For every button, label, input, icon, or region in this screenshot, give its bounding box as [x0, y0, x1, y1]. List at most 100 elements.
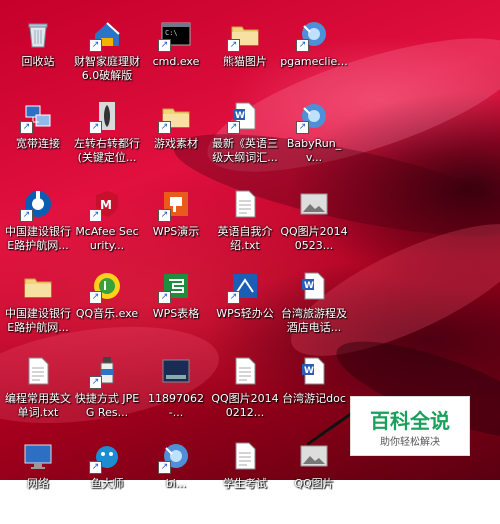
desktop-icon-game-assets[interactable]: ↗ 游戏素材: [142, 98, 210, 184]
desktop-icon-label: 熊猫图片: [223, 55, 267, 68]
shortcut-arrow-icon: ↗: [89, 121, 102, 134]
shortcut-arrow-icon: ↗: [158, 461, 171, 474]
desktop-icon-broadband[interactable]: ↗ 宽带连接: [4, 98, 72, 184]
desktop-icon-label: WPS表格: [152, 307, 200, 320]
watermark-logo: 百科全说 助你轻松解决: [350, 396, 470, 456]
desktop-icon-label: 台湾游记doc: [282, 392, 346, 405]
svg-text:C:\: C:\: [165, 29, 178, 37]
desktop-icon-app-6-5[interactable]: QQ图片: [280, 438, 348, 524]
desktop-icon-wps-presentation[interactable]: ↗ WPS演示: [142, 186, 210, 272]
desktop-icon-label: 快捷方式 JPEG Res...: [74, 392, 140, 419]
mcafee-shield-icon: M ↗: [89, 188, 123, 222]
desktop-icon-app-6-4[interactable]: 学生考试: [211, 438, 279, 524]
desktop-icon-qq-music[interactable]: ↗ QQ音乐.exe: [73, 268, 141, 354]
photo-thumb-icon: [160, 355, 192, 387]
svg-text:W: W: [235, 111, 245, 121]
desktop-icon-label: 左转右转都行(关键定位...: [74, 137, 140, 164]
desktop-icon-label: 11897062-...: [148, 392, 204, 419]
desktop-icon-label: 编程常用英文单词.txt: [5, 392, 71, 419]
desktop-icon-label: WPS演示: [152, 225, 200, 238]
folder-icon: ↗: [158, 100, 192, 134]
shortcut-arrow-icon: ↗: [227, 291, 240, 304]
game-client-icon: ↗: [296, 100, 330, 134]
desktop-icon-cmd[interactable]: C:\ ↗ cmd.exe: [142, 16, 210, 102]
desktop-icon-qq-image-1[interactable]: QQ图片20140523...: [280, 186, 348, 272]
desktop-icon-ccb-guard[interactable]: ↗ 中国建设银行E路护航网...: [4, 186, 72, 272]
desktop-icon-label: 回收站: [21, 55, 55, 68]
desktop-icon-english-words[interactable]: 编程常用英文单词.txt: [4, 353, 72, 439]
desktop-icon-mcafee[interactable]: M ↗ McAfee Security...: [73, 186, 141, 272]
desktop-icon-wps-spreadsheet[interactable]: ↗ WPS表格: [142, 268, 210, 354]
finance-house-icon: ↗: [89, 18, 123, 52]
shortcut-arrow-icon: ↗: [89, 376, 102, 389]
desktop-icon-label: 英语自我介绍.txt: [217, 225, 273, 252]
terminal-icon: C:\ ↗: [158, 18, 192, 52]
text-file-icon: [229, 355, 261, 387]
wps-presentation-icon: ↗: [158, 188, 192, 222]
desktop-icon-app-6-3[interactable]: ↗ bi...: [142, 438, 210, 524]
image-file-icon: [298, 188, 330, 220]
desktop-icon-qq-image-2[interactable]: QQ图片20140212...: [211, 353, 279, 439]
desktop-icon-label: 游戏素材: [154, 137, 198, 150]
desktop-icon-recycle-bin[interactable]: 回收站: [4, 16, 72, 102]
shortcut-arrow-icon: ↗: [296, 121, 309, 134]
desktop-icon-network[interactable]: 网络: [4, 438, 72, 524]
shortcut-arrow-icon: ↗: [89, 39, 102, 52]
shortcut-arrow-icon: ↗: [158, 39, 171, 52]
desktop-icon-wps-office[interactable]: ↗ WPS轻办公: [211, 268, 279, 354]
text-file-icon: [229, 440, 261, 472]
bottle-icon: ↗: [89, 355, 123, 389]
watermark-title: 百科全说: [370, 409, 450, 433]
desktop-icon-label: 网络: [27, 477, 49, 490]
shortcut-arrow-icon: ↗: [89, 461, 102, 474]
recycle-bin-icon: [22, 18, 54, 50]
desktop-icon-jpeg-shortcut[interactable]: ↗ 快捷方式 JPEG Res...: [73, 353, 141, 439]
desktop-icon-label: 中国建设银行E路护航网...: [5, 225, 71, 252]
qq-pet-icon: ↗: [89, 440, 123, 474]
desktop-icon-finance-software[interactable]: ↗ 财智家庭理财6.0破解版: [73, 16, 141, 102]
desktop-icon-label: 财智家庭理财6.0破解版: [74, 55, 140, 82]
desktop-icon-latest-doc[interactable]: W ↗ 最新《英语三级大纲词汇...: [211, 98, 279, 184]
wps-spreadsheet-icon: ↗: [158, 270, 192, 304]
desktop-icon-taiwan-travel[interactable]: W 台湾旅游程及酒店电话...: [280, 268, 348, 354]
desktop-icon-ccb-folder[interactable]: 中国建设银行E路护航网...: [4, 268, 72, 354]
ccb-bank-icon: ↗: [20, 188, 54, 222]
desktop-icon-label: 台湾旅游程及酒店电话...: [281, 307, 347, 334]
wps-office-icon: ↗: [227, 270, 261, 304]
shortcut-arrow-icon: ↗: [158, 121, 171, 134]
word-doc-icon: W: [298, 355, 330, 387]
word-doc-icon: W: [298, 270, 330, 302]
shortcut-arrow-icon: ↗: [296, 39, 309, 52]
shortcut-arrow-icon: ↗: [227, 39, 240, 52]
desktop-icon-label: 学生考试: [223, 477, 267, 490]
watermark-subtitle: 助你轻松解决: [380, 437, 440, 448]
desktop-icon-img-11897062[interactable]: 11897062-...: [142, 353, 210, 439]
shortcut-arrow-icon: ↗: [158, 291, 171, 304]
desktop-icon-label: 宽带连接: [16, 137, 60, 150]
shortcut-arrow-icon: ↗: [158, 209, 171, 222]
desktop-icon-label: cmd.exe: [152, 55, 200, 68]
desktop-icon-label: WPS轻办公: [216, 307, 274, 320]
word-doc-icon: W ↗: [227, 100, 261, 134]
desktop-icon-babyrun[interactable]: ↗ BabyRun_v...: [280, 98, 348, 184]
desktop-icon-english-intro[interactable]: 英语自我介绍.txt: [211, 186, 279, 272]
shortcut-arrow-icon: ↗: [89, 209, 102, 222]
desktop-icon-label: McAfee Security...: [75, 225, 139, 252]
desktop-icon-label: 中国建设银行E路护航网...: [5, 307, 71, 334]
desktop-icon-label: bi...: [165, 477, 187, 490]
game-client-icon: ↗: [158, 440, 192, 474]
folder-icon: [22, 270, 54, 302]
desktop-icon-panda-images[interactable]: ↗ 熊猫图片: [211, 16, 279, 102]
desktop-icon-label: 鱼大师: [90, 477, 124, 490]
desktop-icon-taiwan-doc[interactable]: W 台湾游记doc: [280, 353, 348, 439]
image-file-icon: [298, 440, 330, 472]
shortcut-arrow-icon: ↗: [20, 121, 33, 134]
shortcut-arrow-icon: ↗: [89, 291, 102, 304]
desktop-icon-left-right-game[interactable]: ↗ 左转右转都行(关键定位...: [73, 98, 141, 184]
desktop-icon-label: QQ图片20140523...: [280, 225, 348, 252]
monitor-icon: [22, 440, 54, 472]
folder-icon: ↗: [227, 18, 261, 52]
desktop-icon-app-6-2[interactable]: ↗ 鱼大师: [73, 438, 141, 524]
shortcut-arrow-icon: ↗: [227, 121, 240, 134]
desktop-icon-pgameclient[interactable]: ↗ pgameclie...: [280, 16, 348, 102]
